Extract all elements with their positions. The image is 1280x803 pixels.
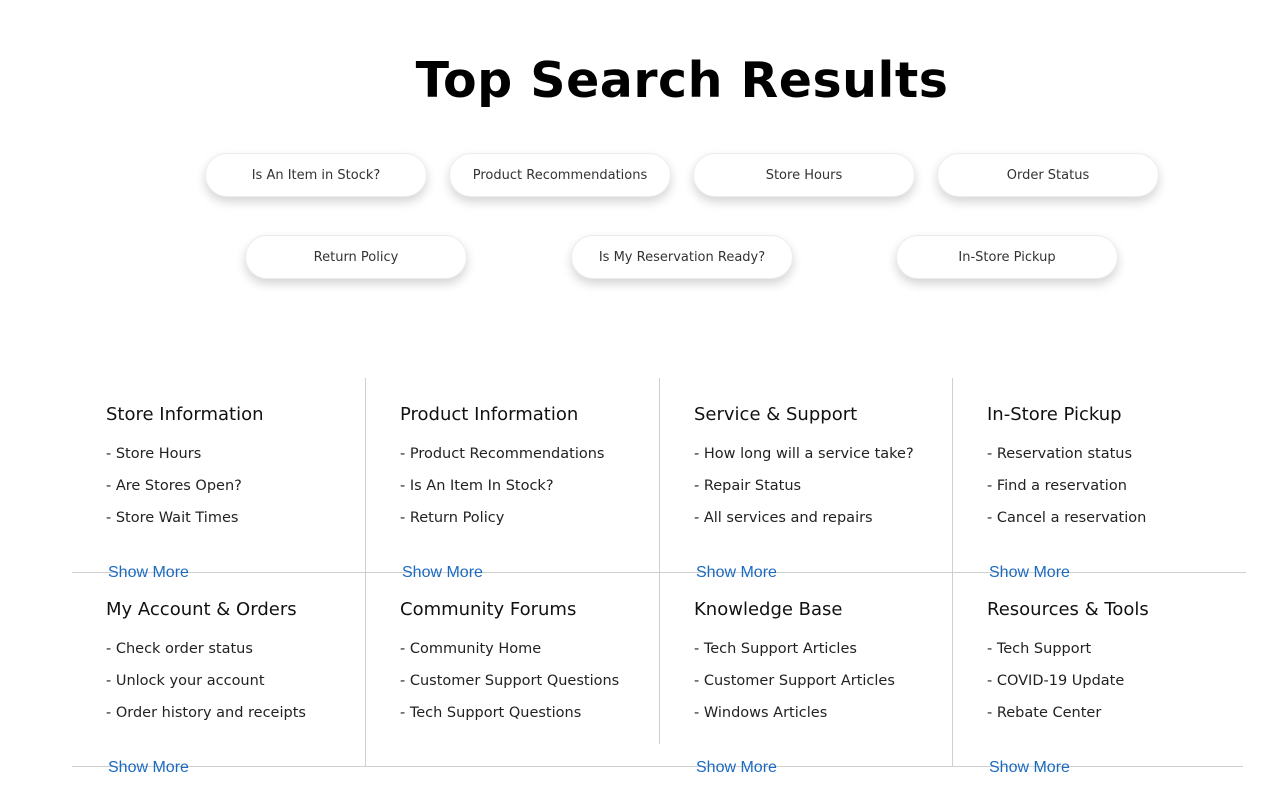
pill-is-item-in-stock[interactable]: Is An Item in Stock? [205,153,427,197]
list-item: - Tech Support Questions [400,704,670,736]
category-link[interactable]: - All services and repairs [694,510,873,526]
category-link[interactable]: - Customer Support Questions [400,673,619,689]
category-link[interactable]: - Cancel a reservation [987,510,1146,526]
list-item: - Are Stores Open? [106,477,376,509]
category-community-forums: Community Forums - Community Home - Cust… [400,599,670,736]
category-link[interactable]: - COVID-19 Update [987,673,1124,689]
category-title: My Account & Orders [106,599,297,620]
category-store-information: Store Information - Store Hours - Are St… [106,404,376,581]
category-links: - How long will a service take? - Repair… [694,445,964,541]
category-title: Product Information [400,404,579,425]
list-item: - Store Wait Times [106,509,376,541]
show-more-link[interactable]: Show More [696,759,777,777]
show-more-link[interactable]: Show More [108,759,189,777]
category-link[interactable]: - Community Home [400,641,541,657]
list-item: - Community Home [400,640,670,672]
category-title: Service & Support [694,404,858,425]
category-link[interactable]: - Reservation status [987,446,1132,462]
list-item: - Windows Articles [694,704,964,736]
category-link[interactable]: - Store Wait Times [106,510,238,526]
show-more-link[interactable]: Show More [989,759,1070,777]
category-in-store-pickup: In-Store Pickup - Reservation status - F… [987,404,1257,581]
show-more-link[interactable]: Show More [696,564,777,582]
list-item: - Repair Status [694,477,964,509]
category-service-support: Service & Support - How long will a serv… [694,404,964,581]
category-links: - Store Hours - Are Stores Open? - Store… [106,445,376,541]
list-item: - Tech Support Articles [694,640,964,672]
list-item: - Customer Support Questions [400,672,670,704]
category-title: In-Store Pickup [987,404,1122,425]
list-item: - How long will a service take? [694,445,964,477]
page-title: Top Search Results [415,52,949,109]
pill-in-store-pickup[interactable]: In-Store Pickup [896,235,1118,279]
category-links: - Product Recommendations - Is An Item I… [400,445,670,541]
category-product-information: Product Information - Product Recommenda… [400,404,670,581]
category-link[interactable]: - Check order status [106,641,253,657]
list-item: - Tech Support [987,640,1257,672]
pill-product-recommendations[interactable]: Product Recommendations [449,153,671,197]
category-link[interactable]: - Find a reservation [987,478,1127,494]
category-link[interactable]: - Order history and receipts [106,705,306,721]
category-link[interactable]: - Is An Item In Stock? [400,478,554,494]
category-link[interactable]: - Rebate Center [987,705,1101,721]
pill-store-hours[interactable]: Store Hours [693,153,915,197]
category-link[interactable]: - Windows Articles [694,705,827,721]
category-links: - Reservation status - Find a reservatio… [987,445,1257,541]
category-link[interactable]: - Tech Support [987,641,1091,657]
list-item: - Is An Item In Stock? [400,477,670,509]
pill-order-status[interactable]: Order Status [937,153,1159,197]
category-title: Knowledge Base [694,599,843,620]
category-links: - Tech Support Articles - Customer Suppo… [694,640,964,736]
category-link[interactable]: - Store Hours [106,446,201,462]
show-more-link[interactable]: Show More [989,564,1070,582]
list-item: - Rebate Center [987,704,1257,736]
pill-return-policy[interactable]: Return Policy [245,235,467,279]
category-link[interactable]: - Product Recommendations [400,446,604,462]
list-item: - Return Policy [400,509,670,541]
category-title: Resources & Tools [987,599,1149,620]
list-item: - COVID-19 Update [987,672,1257,704]
category-link[interactable]: - Return Policy [400,510,504,526]
category-title: Community Forums [400,599,577,620]
category-links: - Tech Support - COVID-19 Update - Rebat… [987,640,1257,736]
list-item: - All services and repairs [694,509,964,541]
category-link[interactable]: - Tech Support Questions [400,705,581,721]
list-item: - Find a reservation [987,477,1257,509]
show-more-link[interactable]: Show More [108,564,189,582]
list-item: - Store Hours [106,445,376,477]
list-item: - Reservation status [987,445,1257,477]
category-link[interactable]: - Unlock your account [106,673,265,689]
list-item: - Check order status [106,640,376,672]
list-item: - Order history and receipts [106,704,376,736]
list-item: - Unlock your account [106,672,376,704]
category-link[interactable]: - Are Stores Open? [106,478,242,494]
list-item: - Cancel a reservation [987,509,1257,541]
category-title: Store Information [106,404,264,425]
list-item: - Customer Support Articles [694,672,964,704]
show-more-link[interactable]: Show More [402,564,483,582]
category-link[interactable]: - Tech Support Articles [694,641,857,657]
pill-is-my-reservation-ready[interactable]: Is My Reservation Ready? [571,235,793,279]
list-item: - Product Recommendations [400,445,670,477]
category-links: - Community Home - Customer Support Ques… [400,640,670,736]
category-knowledge-base: Knowledge Base - Tech Support Articles -… [694,599,964,776]
category-my-account-orders: My Account & Orders - Check order status… [106,599,376,776]
category-links: - Check order status - Unlock your accou… [106,640,376,736]
category-link[interactable]: - Repair Status [694,478,801,494]
category-link[interactable]: - Customer Support Articles [694,673,895,689]
category-link[interactable]: - How long will a service take? [694,446,914,462]
category-resources-tools: Resources & Tools - Tech Support - COVID… [987,599,1257,776]
